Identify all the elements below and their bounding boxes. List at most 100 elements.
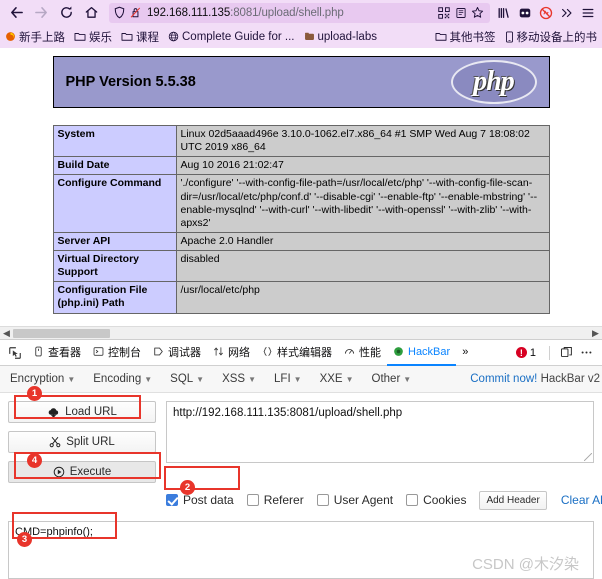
- error-count-badge[interactable]: ! 1: [515, 347, 536, 359]
- user-agent-checkbox[interactable]: [316, 494, 329, 506]
- tab-console[interactable]: 控制台: [87, 340, 147, 366]
- tab-label: 网络: [228, 346, 250, 359]
- url-text[interactable]: 192.168.111.135:8081/upload/shell.php: [147, 7, 435, 19]
- bookmark-item-3[interactable]: Complete Guide for ...: [168, 31, 295, 43]
- element-picker-icon[interactable]: [3, 340, 27, 366]
- bookmark-item-4[interactable]: upload-labs: [304, 31, 377, 43]
- chevron-down-icon: ▼: [248, 375, 257, 384]
- hackbar-menu-xss[interactable]: XSS ▼: [222, 373, 256, 385]
- execute-label: Execute: [69, 466, 112, 478]
- qr-code-icon[interactable]: [435, 6, 452, 19]
- split-url-label: Split URL: [66, 436, 115, 448]
- table-cell-key: Configure Command: [52, 174, 177, 233]
- hackbar-menu-xxe[interactable]: XXE ▼: [320, 373, 354, 385]
- scroll-left-arrow-icon[interactable]: ◀: [0, 328, 13, 338]
- load-url-button[interactable]: Load URL: [8, 401, 156, 423]
- annotation-marker-2: 2: [180, 480, 195, 495]
- post-data-option[interactable]: Post data: [166, 493, 234, 507]
- add-header-button[interactable]: Add Header: [479, 490, 547, 510]
- bookmark-item-2[interactable]: 课程: [121, 29, 159, 45]
- bookmark-label: 新手上路: [19, 31, 65, 44]
- scrollbar-thumb[interactable]: [13, 328, 110, 338]
- bookmark-item-0[interactable]: 新手上路: [5, 29, 65, 45]
- scroll-right-arrow-icon[interactable]: ▶: [589, 328, 602, 338]
- table-row: Configure Command './configure' '--with-…: [52, 174, 550, 233]
- user-agent-label: User Agent: [333, 493, 394, 507]
- page-horizontal-scrollbar[interactable]: ◀ ▶: [0, 326, 602, 339]
- annotation-marker-1: 1: [27, 386, 42, 401]
- play-icon: [53, 466, 65, 478]
- tab-label: 查看器: [48, 346, 81, 359]
- devtools-overflow-button[interactable]: »: [456, 340, 474, 366]
- split-url-button[interactable]: Split URL: [8, 431, 156, 453]
- referer-option[interactable]: Referer: [246, 493, 304, 507]
- chevron-down-icon: ▼: [293, 375, 302, 384]
- tab-hackbar[interactable]: HackBar: [387, 340, 457, 366]
- reader-mode-icon[interactable]: [452, 7, 469, 19]
- bookmark-label: upload-labs: [317, 30, 377, 43]
- library-icon[interactable]: [493, 2, 514, 24]
- phpinfo-table: System Linux 02d5aaad496e 3.10.0-1062.el…: [52, 124, 550, 314]
- chevron-down-icon: ▼: [196, 375, 205, 384]
- hackbar-version-label: HackBar v2: [540, 373, 600, 385]
- hackbar-menu-lfi[interactable]: LFI ▼: [274, 373, 302, 385]
- overflow-chevron-icon[interactable]: [556, 2, 577, 24]
- tab-debugger[interactable]: 调试器: [147, 340, 207, 366]
- table-cell-value: Linux 02d5aaad496e 3.10.0-1062.el7.x86_6…: [175, 124, 550, 158]
- tab-style-editor[interactable]: 样式编辑器: [256, 340, 338, 366]
- clear-all-button[interactable]: Clear All: [561, 493, 602, 507]
- shield-icon[interactable]: [113, 6, 126, 19]
- autoplay-blocked-icon[interactable]: [129, 6, 142, 19]
- star-bookmark-icon[interactable]: [469, 6, 486, 19]
- load-url-label: Load URL: [65, 406, 117, 418]
- firefox-icon: [5, 31, 16, 42]
- post-data-checkbox[interactable]: [166, 494, 178, 506]
- hackbar-menu-other[interactable]: Other ▼: [372, 373, 412, 385]
- folder-icon: [435, 31, 447, 42]
- table-cell-value: Apache 2.0 Handler: [175, 231, 550, 252]
- url-input-value: http://192.168.111.135:8081/upload/shell…: [173, 407, 403, 419]
- reload-icon[interactable]: [54, 2, 79, 24]
- menu-label: Other: [371, 373, 401, 385]
- tab-network[interactable]: 网络: [207, 340, 256, 366]
- tab-label: 性能: [359, 346, 381, 359]
- cookies-option[interactable]: Cookies: [406, 493, 466, 507]
- site-icon: [304, 31, 315, 42]
- tab-label: HackBar: [408, 345, 451, 358]
- user-agent-option[interactable]: User Agent: [316, 493, 394, 507]
- hackbar-menu-encryption[interactable]: Encryption ▼: [10, 373, 75, 385]
- browser-navigation-bar: 192.168.111.135:8081/upload/shell.php: [0, 0, 602, 25]
- post-data-input[interactable]: CMD=phpinfo(); CSDN @木汐染: [8, 521, 594, 579]
- annotation-marker-3: 3: [17, 532, 32, 547]
- globe-icon: [168, 31, 179, 42]
- url-input[interactable]: http://192.168.111.135:8081/upload/shell…: [166, 401, 594, 463]
- scrollbar-track[interactable]: [13, 328, 589, 339]
- tab-inspector[interactable]: 查看器: [27, 340, 87, 366]
- home-icon[interactable]: [79, 2, 104, 24]
- bookmark-mobile-folder[interactable]: 移动设备上的书: [505, 29, 597, 45]
- pocket-icon[interactable]: [514, 2, 535, 24]
- cookies-checkbox[interactable]: [406, 494, 419, 506]
- browser-chrome: 192.168.111.135:8081/upload/shell.php 新手…: [0, 0, 602, 48]
- referer-checkbox[interactable]: [246, 494, 259, 506]
- dock-layout-icon[interactable]: [556, 346, 576, 359]
- hackbar-menu-encoding[interactable]: Encoding ▼: [93, 373, 152, 385]
- more-options-icon[interactable]: [576, 346, 596, 359]
- back-arrow-icon[interactable]: [4, 2, 29, 24]
- table-cell-key: System: [52, 124, 177, 158]
- hackbar-menubar: Encryption ▼ Encoding ▼ SQL ▼ XSS ▼ LFI ▼ XXE…: [0, 366, 602, 393]
- blocked-icon[interactable]: [535, 2, 556, 24]
- bookmark-item-1[interactable]: 娱乐: [74, 29, 112, 45]
- url-path: :8081/upload/shell.php: [230, 6, 344, 19]
- bookmark-other-folder[interactable]: 其他书签: [435, 29, 496, 45]
- hamburger-menu-icon[interactable]: [577, 2, 598, 24]
- resize-grip-icon[interactable]: [584, 453, 592, 461]
- hackbar-menu-sql[interactable]: SQL ▼: [170, 373, 204, 385]
- url-bar[interactable]: 192.168.111.135:8081/upload/shell.php: [109, 2, 490, 23]
- chevron-down-icon: ▼: [345, 375, 354, 384]
- menu-label: XSS: [222, 373, 246, 385]
- hackbar-options-row: Post data Referer User Agent Cookies Add…: [0, 483, 602, 513]
- hackbar-commit-notice: Commit now! HackBar v2: [470, 373, 602, 385]
- tab-performance[interactable]: 性能: [338, 340, 387, 366]
- commit-now-link[interactable]: Commit now!: [470, 373, 537, 385]
